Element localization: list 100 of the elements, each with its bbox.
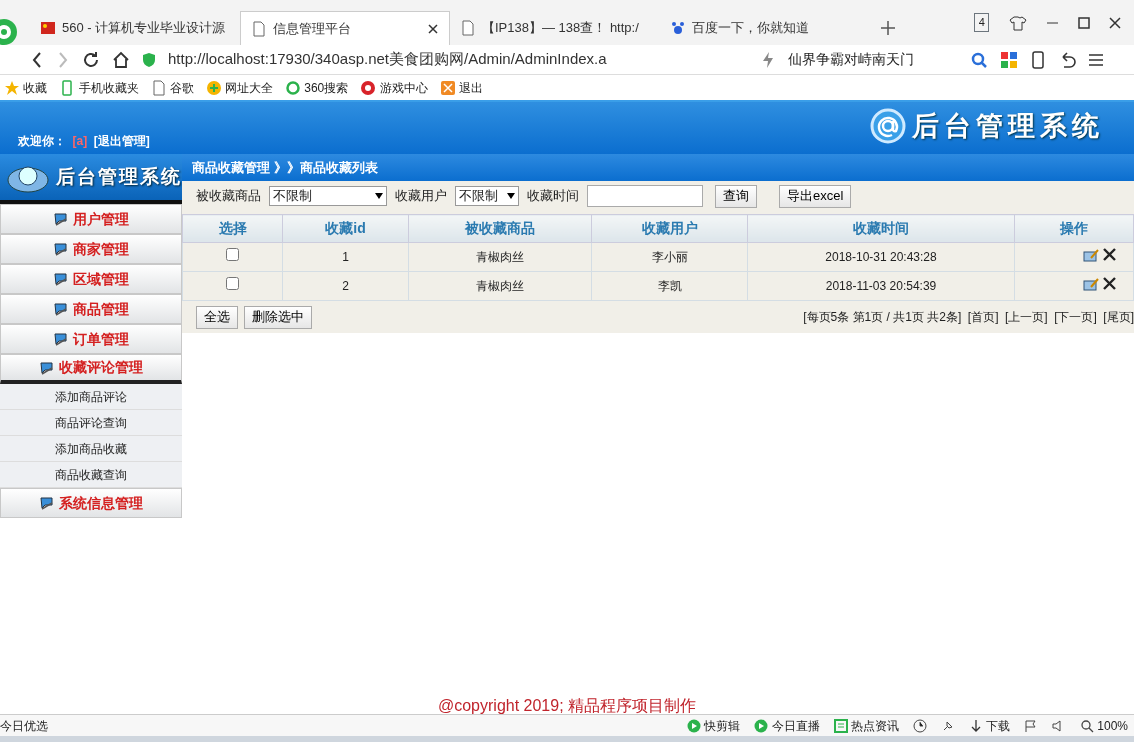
back-icon[interactable] (30, 50, 44, 69)
table-cell: 2018-11-03 20:54:39 (747, 271, 1015, 301)
date-field[interactable] (587, 185, 703, 207)
folder-pen-icon (53, 241, 69, 257)
submenu-item[interactable]: 添加商品收藏 (0, 436, 182, 462)
menu-item[interactable]: 收藏评论管理 (0, 354, 182, 384)
pagination-link[interactable]: [上一页] (1005, 308, 1048, 326)
plus-icon[interactable] (880, 20, 896, 36)
row-checkbox[interactable] (226, 248, 239, 261)
browser-tab[interactable]: 【IP138】— 138查！ http:/ (450, 11, 660, 45)
delete-selected-button[interactable]: 删除选中 (244, 305, 312, 329)
zoom-icon (1080, 718, 1095, 733)
submenu-item[interactable]: 添加商品评论 (0, 384, 182, 410)
bookmark-link[interactable]: 收藏 (23, 78, 48, 97)
menu-item[interactable]: 区域管理 (0, 264, 182, 294)
pagination-summary: [每页5条 第1页 / 共1页 共2条] (803, 309, 962, 326)
filter-label: 被收藏商品 (196, 187, 261, 206)
page-icon (460, 20, 476, 36)
bookmark-link[interactable]: 网址大全 (225, 78, 273, 97)
pagination-link[interactable]: [尾页] (1103, 308, 1134, 326)
status-text: 今日优选 (0, 717, 48, 735)
menu-icon[interactable] (1088, 51, 1104, 68)
phone-icon[interactable] (1030, 50, 1046, 69)
page-icon (150, 79, 167, 96)
logo-text: 后台管理系统 (912, 109, 1104, 143)
select-field[interactable]: 不限制 (269, 186, 387, 206)
sidebar-logo-text: 后台管理系统 (56, 164, 182, 189)
folder-pen-icon (39, 359, 55, 376)
select-field[interactable]: 不限制 (455, 186, 519, 206)
breadcrumb-bar: 商品收藏管理 》》商品收藏列表 (182, 154, 1134, 181)
reload-icon[interactable] (82, 50, 100, 69)
star-icon (4, 79, 20, 96)
submenu-item[interactable]: 商品评论查询 (0, 410, 182, 436)
status-item[interactable]: 下载 (986, 716, 1011, 735)
submenu-item[interactable]: 商品收藏查询 (0, 462, 182, 488)
user-name: [a] (72, 133, 88, 150)
menu-item[interactable]: 系统信息管理 (0, 488, 182, 518)
search-field[interactable]: 仙界争霸对峙南天门 (788, 49, 958, 70)
select-all-button[interactable]: 全选 (196, 305, 238, 329)
filter-label: 收藏用户 (395, 187, 447, 206)
column-header: 操作 (1014, 214, 1134, 243)
table-cell: 1 (282, 242, 409, 272)
bookmark-link[interactable]: 360搜索 (304, 78, 349, 97)
welcome-text: 欢迎你： (18, 133, 66, 150)
table-cell: 2 (282, 271, 409, 301)
close-icon[interactable] (427, 22, 439, 35)
menu-item[interactable]: 用户管理 (0, 204, 182, 234)
copyright-text: @copyright 2019; 精品程序项目制作 (436, 696, 698, 714)
delete-icon[interactable] (1102, 247, 1117, 262)
logout-link[interactable]: [退出管理] (93, 132, 150, 150)
menu-item[interactable]: 订单管理 (0, 324, 182, 354)
status-item[interactable]: 今日直播 (771, 716, 820, 735)
delete-icon[interactable] (1102, 276, 1117, 291)
row-checkbox[interactable] (226, 277, 239, 290)
play-icon (754, 718, 769, 733)
flag-icon (40, 20, 56, 36)
status-item[interactable]: 热点资讯 (850, 716, 899, 735)
pagination-link[interactable]: [首页] (967, 308, 999, 326)
export-button[interactable]: 导出excel (779, 184, 852, 208)
news-icon (833, 718, 848, 733)
paw-icon (670, 20, 686, 36)
table-cell: 李凯 (591, 271, 748, 301)
menu-item[interactable]: 商家管理 (0, 234, 182, 264)
filter-label: 收藏时间 (527, 187, 579, 206)
column-header: 被收藏商品 (408, 214, 592, 243)
ring-icon (285, 79, 301, 96)
browser-tab[interactable]: 560 - 计算机专业毕业设计源 (30, 11, 240, 45)
table-cell: 李小丽 (591, 242, 748, 272)
column-header: 收藏时间 (747, 214, 1015, 243)
folder-pen-icon (53, 271, 69, 287)
table-cell: 青椒肉丝 (408, 271, 592, 301)
bookmark-link[interactable]: 游戏中心 (379, 78, 428, 97)
menu-item[interactable]: 商品管理 (0, 294, 182, 324)
column-header: 收藏用户 (591, 214, 748, 243)
pagination-link[interactable]: [下一页] (1054, 308, 1097, 326)
grid-icon[interactable] (1000, 50, 1018, 69)
page-icon (251, 20, 267, 37)
browser-tab[interactable]: 百度一下，你就知道 (660, 11, 870, 45)
bookmark-link[interactable]: 手机收藏夹 (78, 78, 139, 97)
shirt-icon[interactable] (1008, 14, 1027, 31)
table-cell: 2018-10-31 20:43:28 (747, 242, 1015, 272)
clock-icon[interactable] (912, 718, 927, 733)
status-item[interactable]: 快剪辑 (704, 716, 741, 735)
bookmark-link[interactable]: 谷歌 (169, 78, 194, 97)
lightning-icon[interactable] (760, 50, 776, 69)
tab-count[interactable]: 4 (974, 13, 989, 32)
flag-outline-icon[interactable] (1024, 718, 1039, 733)
query-button[interactable]: 查询 (715, 184, 757, 208)
close-icon[interactable] (1109, 16, 1121, 29)
plus-circle-icon (205, 79, 222, 96)
address-field[interactable]: http://localhost:17930/340asp.net美食团购网/Admin/AdminIndex.a (168, 48, 748, 71)
exit-icon (439, 79, 456, 96)
zoom-level[interactable]: 100% (1097, 716, 1128, 735)
home-icon[interactable] (112, 50, 130, 69)
search-icon[interactable] (970, 50, 988, 69)
caret-icon (375, 193, 383, 199)
maximize-icon[interactable] (1077, 16, 1090, 29)
browser-tab[interactable]: 信息管理平台 (240, 11, 450, 45)
folder-pen-icon (53, 331, 69, 347)
bookmark-link[interactable]: 退出 (458, 78, 483, 97)
